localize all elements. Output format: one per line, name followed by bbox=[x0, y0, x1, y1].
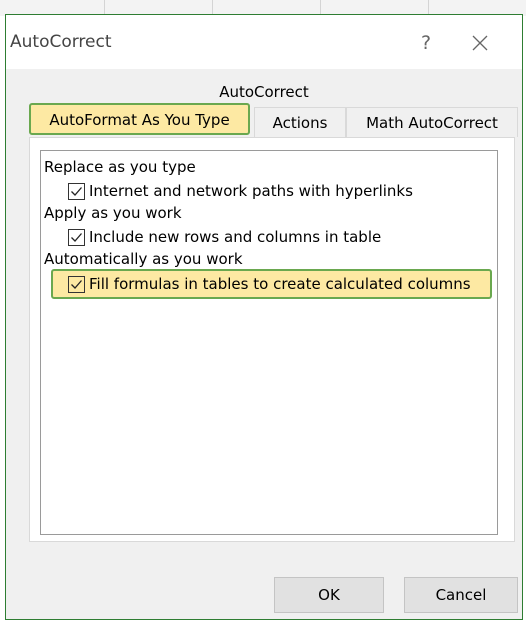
close-button[interactable] bbox=[458, 26, 502, 60]
tab-actions[interactable]: Actions bbox=[254, 107, 346, 137]
ok-button[interactable]: OK bbox=[274, 577, 384, 613]
close-icon bbox=[472, 35, 488, 51]
dialog-title: AutoCorrect bbox=[10, 32, 112, 52]
checkbox[interactable] bbox=[68, 228, 85, 246]
tab-group-caption: AutoCorrect bbox=[219, 83, 309, 101]
checkmark-icon bbox=[71, 279, 82, 289]
section-heading-replace: Replace as you type bbox=[44, 158, 196, 176]
tab-math-autocorrect[interactable]: Math AutoCorrect bbox=[346, 107, 518, 137]
option-label: Include new rows and columns in table bbox=[89, 228, 382, 246]
option-internet-paths[interactable]: Internet and network paths with hyperlin… bbox=[68, 181, 413, 201]
help-button[interactable]: ? bbox=[406, 28, 446, 58]
autocorrect-dialog: AutoCorrect ? AutoCorrect AutoFormat As … bbox=[5, 14, 523, 620]
title-bar: AutoCorrect ? bbox=[6, 15, 522, 69]
section-heading-automatic: Automatically as you work bbox=[44, 250, 243, 268]
options-group: Replace as you type Internet and network… bbox=[40, 150, 498, 535]
section-heading-apply: Apply as you work bbox=[44, 204, 182, 222]
option-fill-formulas[interactable]: Fill formulas in tables to create calcul… bbox=[68, 274, 471, 294]
option-include-rows-columns[interactable]: Include new rows and columns in table bbox=[68, 227, 381, 247]
checkmark-icon bbox=[71, 186, 82, 196]
option-label: Internet and network paths with hyperlin… bbox=[89, 182, 413, 200]
option-label: Fill formulas in tables to create calcul… bbox=[89, 275, 471, 293]
cancel-button[interactable]: Cancel bbox=[404, 577, 518, 613]
tab-autoformat-as-you-type[interactable]: AutoFormat As You Type bbox=[29, 103, 250, 135]
checkbox[interactable] bbox=[68, 182, 85, 200]
checkmark-icon bbox=[71, 232, 82, 242]
checkbox[interactable] bbox=[68, 275, 85, 293]
tab-panel: Replace as you type Internet and network… bbox=[29, 137, 515, 542]
